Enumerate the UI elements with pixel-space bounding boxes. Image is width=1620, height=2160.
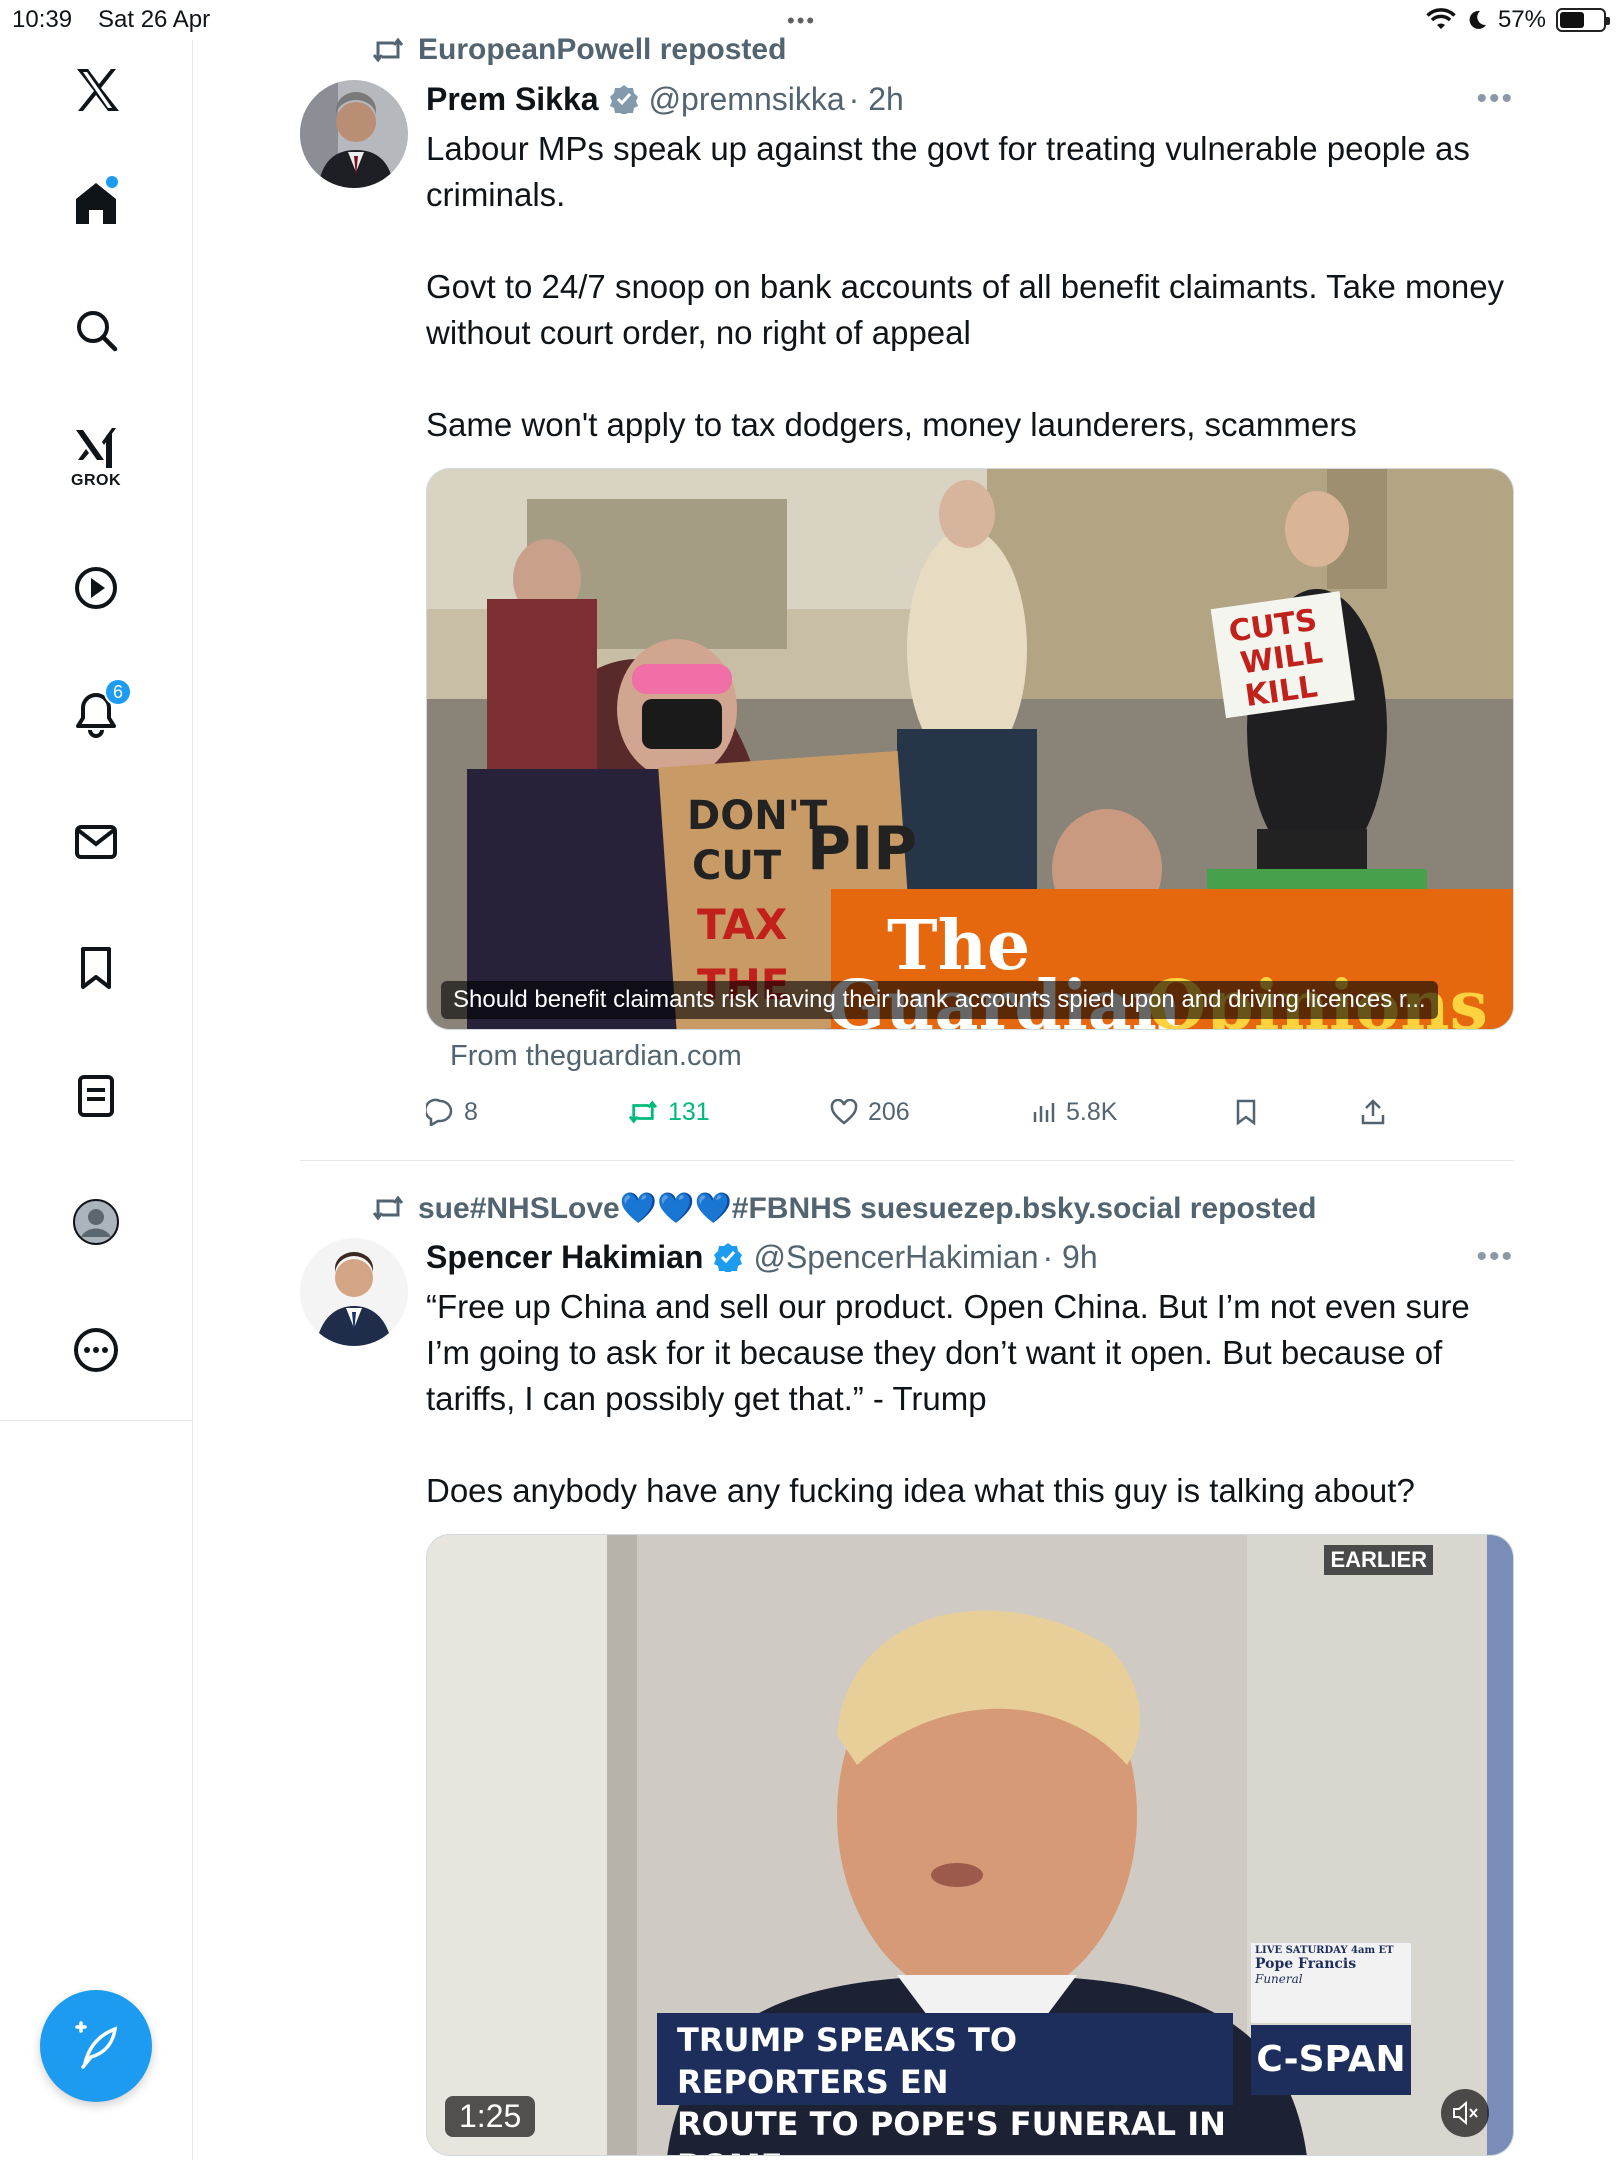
compose-icon: [75, 2021, 118, 2069]
views-button[interactable]: 5.8K: [1032, 1092, 1117, 1132]
share-button[interactable]: [1360, 1092, 1386, 1132]
sidebar-item-more[interactable]: [56, 1310, 136, 1390]
mail-icon: [75, 825, 117, 859]
x-logo-icon[interactable]: [56, 50, 136, 130]
more-options-icon[interactable]: •••: [1476, 82, 1514, 116]
sidebar-item-notifications[interactable]: 6: [56, 674, 136, 754]
svg-text:CUT: CUT: [692, 843, 782, 889]
sidebar-item-grok[interactable]: GROK: [56, 416, 136, 496]
like-count: 206: [868, 1097, 910, 1126]
video-duration: 1:25: [445, 2096, 536, 2137]
compose-button[interactable]: [40, 1990, 152, 2102]
tweet[interactable]: sue#NHSLove💙💙💙#FBNHS suesuezep.bsky.soci…: [300, 1188, 1514, 2160]
grok-label: GROK: [71, 472, 121, 489]
battery-fill: [1560, 12, 1584, 28]
sidebar-item-lists[interactable]: [56, 1056, 136, 1136]
tweet-text: “Free up China and sell our product. Ope…: [426, 1288, 1470, 1509]
repost-indicator: sue#NHSLove💙💙💙#FBNHS suesuezep.bsky.soci…: [372, 1188, 1316, 1228]
tweet-header: Prem Sikka @premnsikka · 2h •••: [426, 78, 1514, 120]
grok-icon: [76, 428, 116, 468]
share-icon: [1361, 1099, 1385, 1125]
sidebar-item-explore[interactable]: [56, 290, 136, 370]
view-count: 5.8K: [1066, 1097, 1118, 1126]
svg-text:PIP: PIP: [807, 814, 917, 884]
protest-sign-right: CUTS WILL KILL: [1210, 591, 1355, 719]
avatar[interactable]: [300, 80, 408, 188]
more-icon: [74, 1328, 118, 1372]
analytics-icon: [1033, 1103, 1055, 1122]
tweet-time[interactable]: · 9h: [1043, 1239, 1098, 1276]
search-icon: [77, 311, 118, 352]
repost-icon: [628, 1100, 658, 1124]
repost-button[interactable]: 131: [628, 1092, 710, 1132]
avatar[interactable]: [300, 1238, 408, 1346]
svg-text:TAX: TAX: [697, 900, 787, 949]
sidebar-item-messages[interactable]: [56, 802, 136, 882]
tweet-header: Spencer Hakimian @SpencerHakimian · 9h •…: [426, 1236, 1514, 1278]
verified-badge-icon: [609, 85, 638, 114]
list-icon: [78, 1075, 114, 1117]
tweet-time[interactable]: · 2h: [849, 81, 904, 118]
reply-count: 8: [464, 1097, 478, 1126]
author-name[interactable]: Spencer Hakimian: [426, 1239, 703, 1276]
sidebar-item-bookmarks[interactable]: [56, 928, 136, 1008]
sidebar-item-home[interactable]: [56, 164, 136, 244]
tweet-actions: 8 131 206 5.8K: [426, 1092, 1426, 1132]
cspan-promo: LIVE SATURDAY 4am ET Pope Francis Funera…: [1251, 1943, 1411, 2023]
sidebar-item-profile[interactable]: [56, 1182, 136, 1262]
repost-icon: [372, 37, 404, 63]
cspan-logo: C-SPAN: [1251, 2025, 1411, 2095]
mute-button[interactable]: [1441, 2089, 1489, 2137]
repost-by[interactable]: sue#NHSLove💙💙💙#FBNHS suesuezep.bsky.soci…: [418, 1191, 1316, 1226]
link-card-image[interactable]: DON'T CUT PIP TAX THE CUTS WILL KILL The…: [426, 468, 1514, 1030]
link-card-title: Should benefit claimants risk having the…: [441, 981, 1438, 1019]
repost-by[interactable]: EuropeanPowell reposted: [418, 33, 786, 67]
bookmark-icon: [1236, 1099, 1256, 1126]
earlier-tag: EARLIER: [1324, 1545, 1433, 1575]
author-handle[interactable]: @SpencerHakimian: [753, 1239, 1038, 1276]
like-button[interactable]: 206: [830, 1092, 910, 1132]
reply-button[interactable]: 8: [426, 1092, 478, 1132]
reply-icon: [426, 1098, 453, 1126]
repost-count: 131: [668, 1097, 710, 1126]
timeline: EuropeanPowell reposted Prem Sikka @prem…: [194, 0, 1514, 2160]
status-time: 10:39: [12, 6, 73, 33]
author-name[interactable]: Prem Sikka: [426, 81, 599, 118]
more-options-icon[interactable]: •••: [1476, 1240, 1514, 1274]
bookmark-button[interactable]: [1234, 1092, 1258, 1132]
author-handle[interactable]: @premnsikka: [649, 81, 845, 118]
link-source[interactable]: From theguardian.com: [450, 1040, 742, 1073]
video-player[interactable]: EARLIER TRUMP SPEAKS TO REPORTERS EN ROU…: [426, 1534, 1514, 2156]
muted-speaker-icon: [1453, 2100, 1478, 2126]
battery-icon: [1556, 8, 1610, 32]
sidebar-nav: GROK 6: [0, 40, 193, 2160]
sidebar-item-videos[interactable]: [56, 548, 136, 628]
verified-badge-icon: [714, 1243, 743, 1272]
sidebar-divider: [0, 1420, 193, 1421]
heart-icon: [830, 1099, 858, 1125]
repost-indicator: EuropeanPowell reposted: [372, 30, 786, 70]
profile-icon: [73, 1199, 119, 1245]
play-icon: [75, 567, 117, 609]
repost-icon: [372, 1195, 404, 1221]
tweet[interactable]: EuropeanPowell reposted Prem Sikka @prem…: [300, 30, 1514, 1160]
chyron: TRUMP SPEAKS TO REPORTERS EN ROUTE TO PO…: [657, 2013, 1233, 2155]
unread-dot: [106, 176, 118, 188]
protest-photo: DON'T CUT PIP TAX THE CUTS WILL KILL The…: [427, 469, 1513, 1029]
notification-badge: 6: [104, 678, 132, 706]
tweet-divider: [300, 1160, 1514, 1161]
tweet-text: Labour MPs speak up against the govt for…: [426, 130, 1505, 443]
bookmark-icon: [81, 947, 111, 989]
